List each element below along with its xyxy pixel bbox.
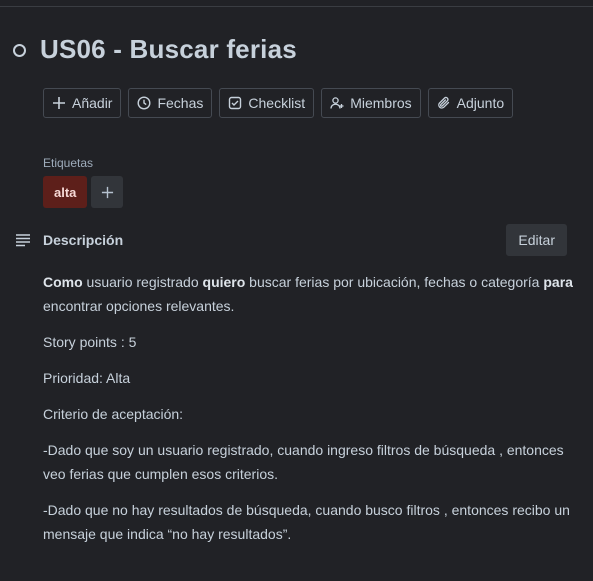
card-actions: Añadir Fechas Checklist Miembros Adjunto: [43, 88, 514, 118]
card-title[interactable]: US06 - Buscar ferias: [40, 34, 297, 65]
checkbox-icon: [229, 96, 242, 110]
priority: Prioridad: Alta: [43, 370, 131, 386]
acceptance-criterion-2: -Dado que no hay resultados de búsqueda,…: [43, 502, 570, 542]
story-text-3: encontrar opciones relevantes.: [43, 298, 235, 314]
description-header: Descripción Editar: [15, 224, 567, 256]
user-story-paragraph: Como usuario registrado quiero buscar fe…: [43, 270, 573, 318]
labels-heading: Etiquetas: [43, 156, 94, 170]
plus-icon: [53, 97, 65, 109]
checklist-button-label: Checklist: [248, 95, 306, 111]
acceptance-criteria-title: Criterio de aceptación:: [43, 406, 184, 422]
members-button[interactable]: Miembros: [321, 88, 421, 118]
add-button-label: Añadir: [72, 95, 113, 111]
dates-button[interactable]: Fechas: [128, 88, 213, 118]
add-label-button[interactable]: [91, 176, 124, 208]
paperclip-icon: [437, 96, 449, 109]
story-keyword-para: para: [543, 274, 573, 290]
story-keyword-como: Como: [43, 274, 83, 290]
members-button-label: Miembros: [350, 95, 412, 111]
story-text-1: usuario registrado: [82, 274, 203, 290]
description-lines-icon: [15, 233, 31, 247]
add-button[interactable]: Añadir: [43, 88, 122, 118]
card-title-row: US06 - Buscar ferias: [13, 34, 297, 65]
plus-icon: [101, 186, 113, 198]
attachment-button-label: Adjunto: [456, 95, 505, 111]
story-keyword-quiero: quiero: [202, 274, 246, 290]
top-divider: [0, 0, 593, 7]
acceptance-criterion-1: -Dado que soy un usuario registrado, cua…: [43, 442, 564, 482]
dates-button-label: Fechas: [157, 95, 204, 111]
add-member-icon: [330, 97, 344, 109]
description-body[interactable]: Como usuario registrado quiero buscar fe…: [43, 270, 573, 558]
story-points: Story points : 5: [43, 334, 137, 350]
description-title: Descripción: [43, 232, 124, 248]
story-text-2: buscar ferias por ubicación, fechas o ca…: [245, 274, 544, 290]
label-alta[interactable]: alta: [43, 176, 88, 208]
attachment-button[interactable]: Adjunto: [427, 88, 514, 118]
clock-icon: [137, 96, 151, 110]
checklist-button[interactable]: Checklist: [219, 88, 315, 118]
labels-list: alta: [43, 176, 124, 208]
complete-radio-icon[interactable]: [13, 44, 26, 57]
edit-description-button[interactable]: Editar: [506, 224, 567, 256]
